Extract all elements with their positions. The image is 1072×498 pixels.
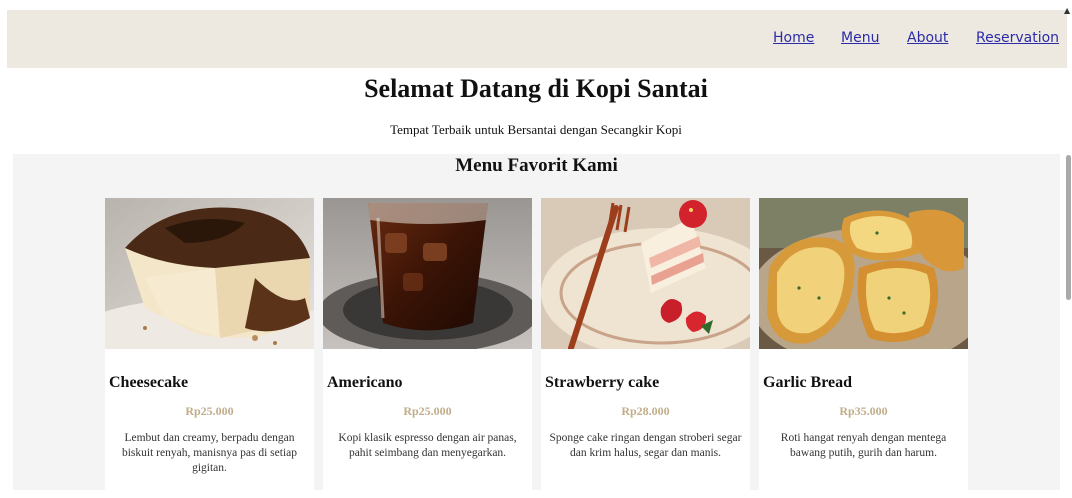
menu-card-garlic-bread: Garlic Bread Rp35.000 Roti hangat renyah… (759, 198, 968, 498)
scroll-up-arrow-icon[interactable]: ▲ (1064, 6, 1070, 15)
menu-item-description: Sponge cake ringan dengan stroberi segar… (549, 432, 742, 459)
menu-item-description: Lembut dan creamy, berpadu dengan biskui… (121, 432, 298, 474)
menu-card-americano: Americano Rp25.000 Kopi klasik espresso … (323, 198, 532, 498)
menu-section: Menu Favorit Kami Cheesecake Rp25.000 Le… (13, 154, 1060, 498)
nav-link-about[interactable]: About (907, 30, 948, 46)
menu-card-cheesecake: Cheesecake Rp25.000 Lembut dan creamy, b… (105, 198, 314, 498)
menu-item-description: Kopi klasik espresso dengan air panas, p… (338, 432, 517, 459)
iced-americano-photo (323, 198, 532, 349)
menu-item-name: Cheesecake (109, 374, 189, 391)
strawberry-cake-photo (541, 198, 750, 349)
menu-item-price: Rp25.000 (185, 404, 234, 418)
hero-title: Selamat Datang di Kopi Santai (364, 74, 708, 103)
menu-card-strawberry-cake: Strawberry cake Rp28.000 Sponge cake rin… (541, 198, 750, 498)
menu-item-name: Strawberry cake (545, 374, 660, 391)
scrollbar-thumb[interactable] (1066, 155, 1071, 300)
menu-item-description: Roti hangat renyah dengan mentega bawang… (780, 432, 947, 459)
menu-item-price: Rp35.000 (839, 404, 888, 418)
nav-link-menu[interactable]: Menu (841, 30, 879, 46)
cheesecake-photo (105, 198, 314, 349)
hero-subtitle: Tempat Terbaik untuk Bersantai dengan Se… (390, 122, 682, 137)
navbar: Home Menu About Reservation (7, 10, 1067, 68)
nav-link-reservation[interactable]: Reservation (976, 30, 1059, 46)
nav-link-home[interactable]: Home (773, 30, 814, 46)
menu-item-price: Rp28.000 (621, 404, 670, 418)
menu-item-name: Americano (327, 374, 403, 391)
garlic-bread-photo (759, 198, 968, 349)
menu-item-name: Garlic Bread (763, 374, 853, 391)
menu-item-price: Rp25.000 (403, 404, 452, 418)
menu-heading: Menu Favorit Kami (455, 155, 618, 176)
